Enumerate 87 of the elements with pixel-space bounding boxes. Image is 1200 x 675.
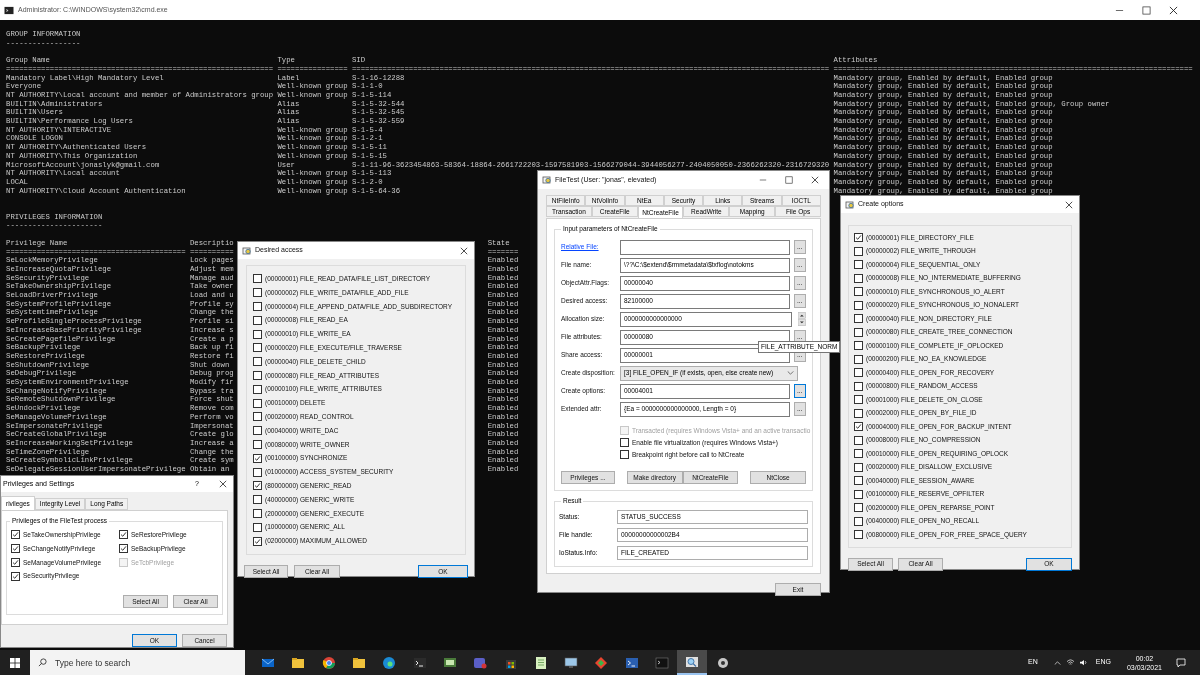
checkbox[interactable] bbox=[854, 368, 863, 378]
notification-icon[interactable] bbox=[1176, 657, 1186, 668]
checkbox[interactable] bbox=[854, 516, 863, 526]
checkbox[interactable] bbox=[253, 453, 262, 463]
checkbox[interactable] bbox=[11, 530, 20, 540]
checkbox[interactable] bbox=[854, 233, 863, 243]
taskbar-button[interactable] bbox=[677, 650, 708, 675]
app-icon bbox=[242, 245, 252, 256]
app-icon bbox=[442, 655, 457, 670]
checkbox[interactable] bbox=[253, 357, 262, 367]
checkbox[interactable] bbox=[119, 530, 128, 540]
checkbox[interactable] bbox=[854, 476, 863, 486]
close-icon[interactable] bbox=[219, 480, 227, 488]
checkbox[interactable] bbox=[11, 544, 20, 554]
checkbox[interactable] bbox=[854, 489, 863, 499]
terminal-icon bbox=[624, 655, 639, 670]
checkbox[interactable] bbox=[253, 343, 262, 353]
checkbox[interactable] bbox=[253, 274, 262, 284]
wifi-icon[interactable] bbox=[1065, 659, 1075, 666]
search-field[interactable]: Type here to search bbox=[30, 650, 245, 675]
checkbox[interactable] bbox=[253, 370, 262, 380]
checkbox[interactable] bbox=[854, 462, 863, 472]
checkbox[interactable] bbox=[253, 315, 262, 325]
folder-icon bbox=[291, 655, 306, 670]
checkbox[interactable] bbox=[620, 449, 629, 459]
checkbox[interactable] bbox=[854, 341, 863, 351]
spin-buttons[interactable] bbox=[798, 312, 806, 326]
checkbox[interactable] bbox=[854, 449, 863, 459]
close-icon[interactable] bbox=[1169, 5, 1178, 15]
checkbox[interactable] bbox=[253, 412, 262, 422]
app-icon bbox=[473, 655, 488, 670]
checkbox[interactable] bbox=[854, 530, 863, 540]
checkbox[interactable] bbox=[11, 571, 20, 581]
close-icon[interactable] bbox=[1065, 200, 1073, 209]
checkbox[interactable] bbox=[11, 557, 20, 567]
checkbox[interactable] bbox=[253, 481, 262, 491]
maximize-icon[interactable] bbox=[1142, 5, 1151, 15]
checkbox[interactable] bbox=[253, 508, 262, 518]
checkbox[interactable] bbox=[854, 273, 863, 283]
checkbox[interactable] bbox=[253, 536, 262, 546]
colorful-app-icon bbox=[594, 655, 609, 670]
checkbox[interactable] bbox=[854, 327, 863, 337]
console-icon bbox=[4, 5, 14, 15]
checkbox[interactable] bbox=[854, 300, 863, 310]
console-icon bbox=[655, 655, 669, 670]
magnifier-app-icon bbox=[685, 654, 700, 669]
browser-icon bbox=[321, 655, 336, 670]
checkbox[interactable] bbox=[854, 260, 863, 270]
checkbox[interactable] bbox=[854, 422, 863, 432]
checkbox[interactable] bbox=[854, 408, 863, 418]
notepad-icon bbox=[533, 655, 548, 670]
app-icon bbox=[845, 199, 855, 210]
chevron-up-icon[interactable] bbox=[1053, 660, 1061, 665]
app-icon bbox=[542, 175, 552, 185]
checkbox[interactable] bbox=[253, 302, 262, 311]
checkbox[interactable] bbox=[854, 354, 863, 364]
checkbox[interactable] bbox=[253, 426, 262, 436]
checkbox[interactable] bbox=[253, 439, 262, 449]
browser-icon bbox=[382, 655, 397, 670]
speaker-icon[interactable] bbox=[1078, 659, 1088, 666]
gear-icon bbox=[715, 655, 730, 670]
maximize-icon[interactable] bbox=[785, 176, 793, 184]
close-icon[interactable] bbox=[460, 246, 468, 255]
chevron-down-icon bbox=[787, 371, 794, 375]
text-field[interactable] bbox=[620, 239, 790, 255]
checkbox[interactable] bbox=[253, 384, 262, 394]
close-icon[interactable] bbox=[811, 176, 819, 184]
checkbox[interactable] bbox=[854, 314, 863, 324]
checkbox[interactable] bbox=[253, 467, 262, 477]
checkbox[interactable] bbox=[253, 522, 262, 532]
search-icon bbox=[38, 658, 47, 667]
checkbox[interactable] bbox=[854, 381, 863, 391]
windows-start-icon[interactable] bbox=[10, 657, 20, 668]
monitor-icon bbox=[564, 655, 579, 670]
checkbox[interactable] bbox=[854, 246, 863, 256]
checkbox[interactable] bbox=[253, 288, 262, 298]
terminal-icon bbox=[412, 655, 427, 670]
checkbox[interactable] bbox=[119, 544, 128, 554]
folder-icon bbox=[352, 655, 367, 670]
checkbox[interactable] bbox=[854, 435, 863, 445]
checkbox[interactable] bbox=[854, 503, 863, 513]
checkbox[interactable] bbox=[854, 287, 863, 297]
checkbox[interactable] bbox=[854, 395, 863, 405]
checkbox[interactable] bbox=[253, 495, 262, 505]
checkbox[interactable] bbox=[253, 398, 262, 408]
checkbox[interactable] bbox=[253, 329, 262, 339]
checkbox[interactable] bbox=[620, 438, 629, 448]
